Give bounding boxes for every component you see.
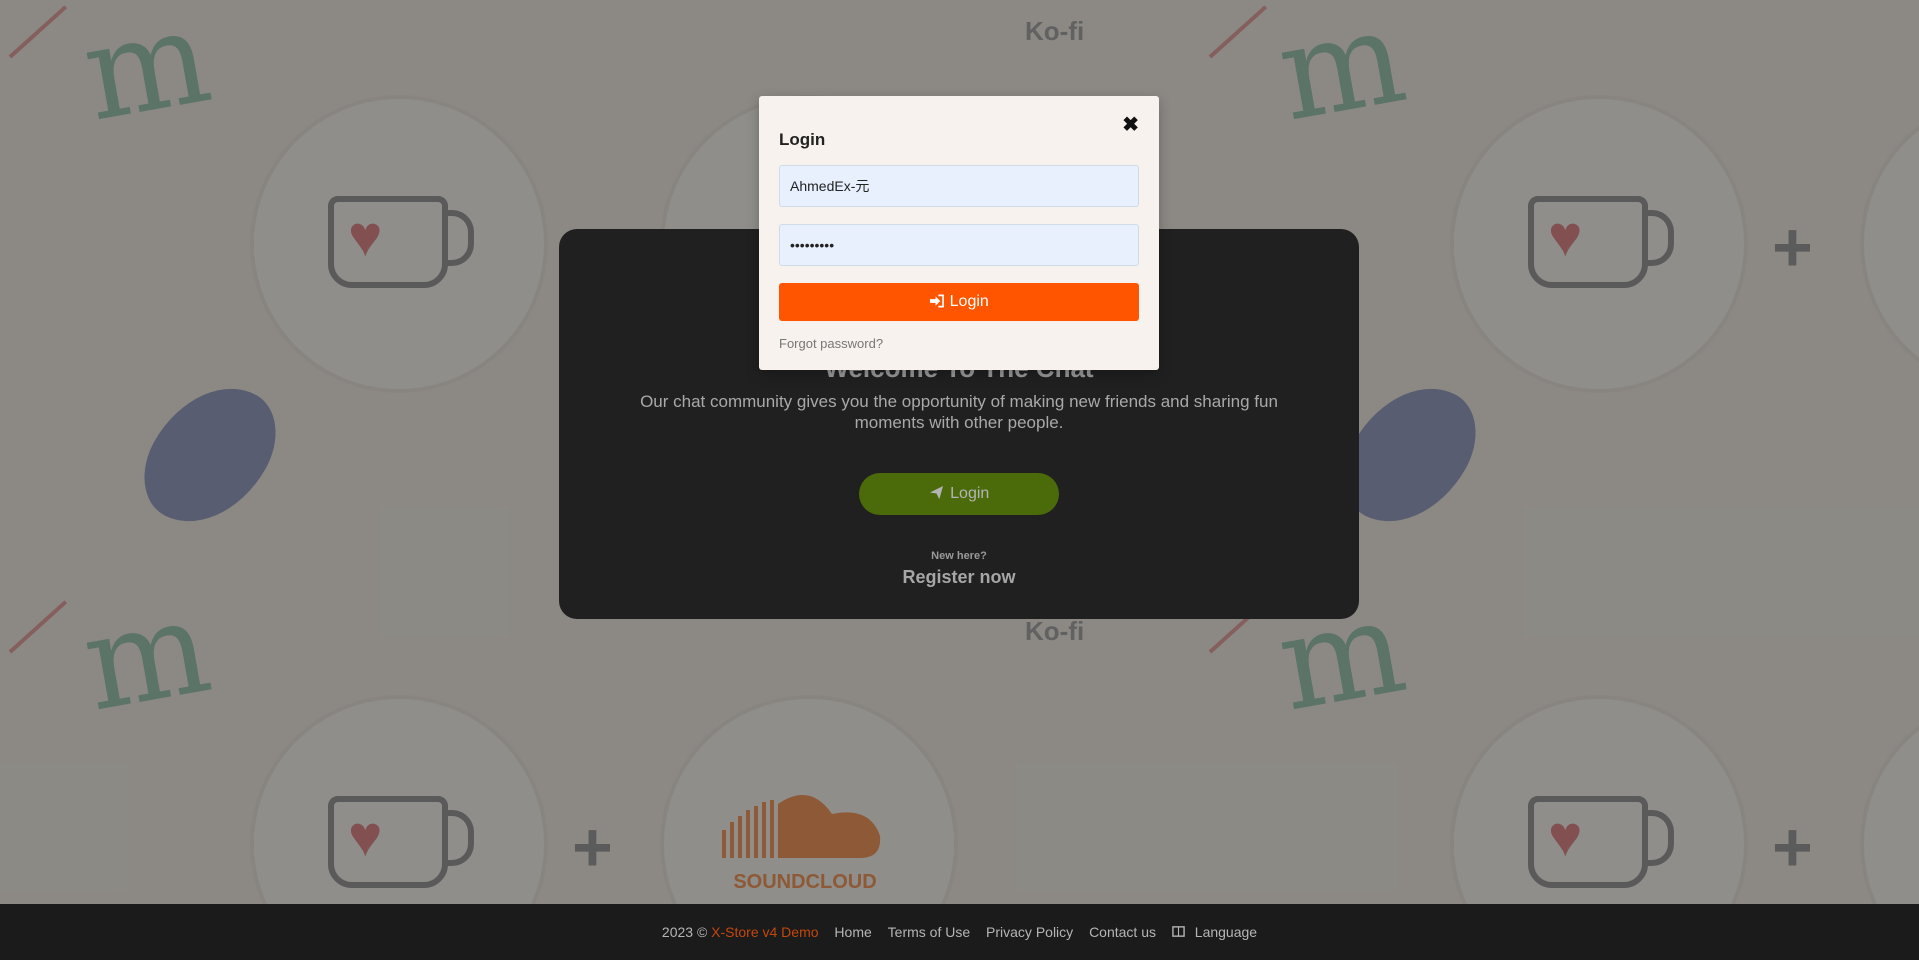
username-input[interactable] <box>779 165 1139 207</box>
footer-link-terms[interactable]: Terms of Use <box>888 924 970 940</box>
modal-title: Login <box>779 130 826 149</box>
footer: 2023 © X-Store v4 Demo Home Terms of Use… <box>0 904 1919 960</box>
forgot-password-link[interactable]: Forgot password? <box>779 336 883 351</box>
close-icon[interactable]: ✖ <box>1122 112 1139 137</box>
sign-in-icon <box>930 294 945 308</box>
welcome-description: Our chat community gives you the opportu… <box>640 392 1278 432</box>
register-now-link[interactable]: Register now <box>559 567 1359 588</box>
new-here-label: New here? <box>931 550 987 562</box>
footer-link-privacy[interactable]: Privacy Policy <box>986 924 1073 940</box>
footer-copyright: 2023 © <box>661 924 708 940</box>
login-modal: Login ✖ Login Forgot password? <box>759 96 1159 370</box>
paper-plane-icon <box>929 485 943 500</box>
password-input[interactable] <box>779 224 1139 266</box>
footer-link-home[interactable]: Home <box>834 924 871 940</box>
footer-link-contact[interactable]: Contact us <box>1089 924 1156 940</box>
welcome-login-label: Login <box>950 485 990 502</box>
footer-language-button[interactable]: Language <box>1172 924 1263 940</box>
modal-login-label: Login <box>949 293 989 310</box>
modal-login-button[interactable]: Login <box>779 283 1139 321</box>
welcome-login-button[interactable]: Login <box>859 473 1059 515</box>
language-icon <box>1172 926 1185 937</box>
footer-brand-link[interactable]: X-Store v4 Demo <box>711 924 818 940</box>
footer-link-language: Language <box>1194 924 1258 940</box>
